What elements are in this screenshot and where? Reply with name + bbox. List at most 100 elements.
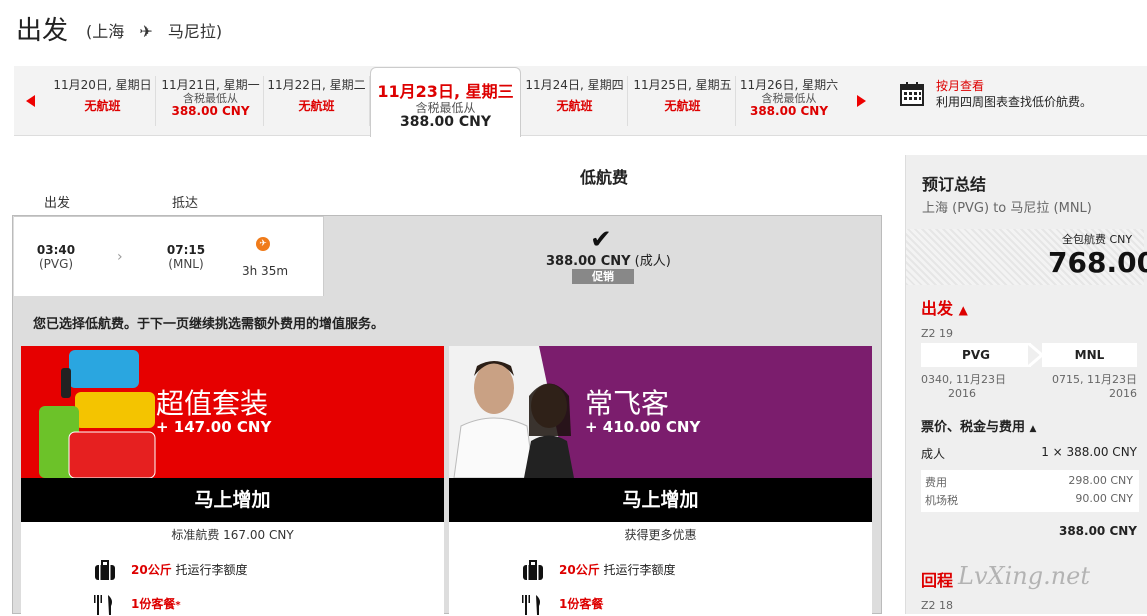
bundle-note: 标准航费 167.00 CNY (171, 528, 294, 542)
bundle-price: + 410.00 CNY (585, 418, 701, 436)
fees-heading: 票价、税金与费用 (921, 420, 1026, 435)
meal-feature: 1份客餐 (559, 595, 603, 612)
outbound-section-toggle[interactable]: 出发 ▲ (921, 295, 968, 319)
date-price: 388.00 CNY (399, 114, 492, 130)
calendar-icon[interactable] (900, 82, 924, 106)
no-flight-label: 无航班 (664, 99, 701, 113)
no-flight-label: 无航班 (298, 99, 335, 113)
arrive-year: 2016 (1109, 387, 1137, 400)
travelers-image (449, 346, 574, 478)
bundle-card-frequent-flyer: 常飞客 + 410.00 CNY 马上增加 获得更多优惠 20公斤 托运行李额度… (449, 346, 872, 615)
total-amount: 768.00 (1048, 246, 1147, 279)
origin-pill: PVG (921, 343, 1031, 367)
arrive-time: 07:15 (166, 243, 206, 257)
baggage-text: 托运行李额度 (603, 563, 676, 577)
fare-passenger-type: (成人) (634, 254, 671, 269)
fee-value: 298.00 CNY (1068, 474, 1133, 487)
baggage-weight: 20公斤 (559, 563, 600, 577)
date-tab-1123-selected[interactable]: 11月23日, 星期三 含税最低从 388.00 CNY (370, 67, 521, 137)
caret-up-icon: ▲ (1029, 424, 1037, 434)
date-tab-1126[interactable]: 11月26日, 星期六 含税最低从 388.00 CNY (736, 76, 842, 126)
date-label: 11月25日, 星期五 (633, 78, 732, 92)
route-destination: 马尼拉) (167, 22, 223, 41)
adult-label: 成人 (921, 447, 946, 461)
no-flight-label: 无航班 (84, 99, 121, 113)
meal-text: 1份客餐 (559, 597, 604, 611)
selected-fare-price[interactable]: 388.00 CNY (成人) (546, 250, 671, 269)
date-tab-1122[interactable]: 11月22日, 星期二 无航班 (264, 76, 370, 126)
add-bundle-button[interactable]: 马上增加 (21, 478, 444, 522)
depart-year: 2016 (948, 387, 976, 400)
depart-time: 03:40 (36, 243, 76, 257)
baggage-icon (95, 560, 115, 580)
return-heading[interactable]: 回程 (921, 567, 953, 591)
destination-pill: MNL (1042, 343, 1137, 367)
flight-duration: 3h 35m (242, 264, 289, 278)
summary-route: 上海 (PVG) to 马尼拉 (MNL) (922, 201, 1092, 216)
meal-feature: 1份客餐* (131, 595, 181, 612)
bundle-hero: 常飞客 + 410.00 CNY (449, 346, 872, 478)
promo-badge: 促销 (572, 269, 634, 284)
bundle-title: 超值套装 (156, 387, 269, 420)
chevron-right-icon: › (117, 249, 123, 265)
route-origin: (上海 (86, 22, 125, 41)
flight-info-icon[interactable]: ✈ (256, 237, 270, 251)
depart-airport: (PVG) (38, 257, 74, 271)
subtotal: 388.00 CNY (1058, 524, 1137, 538)
arrive-airport: (MNL) (168, 257, 204, 271)
meal-footnote-star: * (175, 600, 181, 611)
fare-column-heading: 低航费 (580, 168, 629, 187)
date-price: 388.00 CNY (749, 104, 829, 118)
date-label: 11月23日, 星期三 (377, 82, 514, 101)
baggage-text: 托运行李额度 (175, 563, 248, 577)
luggage-image (39, 350, 156, 478)
baggage-feature: 20公斤 托运行李额度 (131, 561, 248, 578)
bundle-card-value-pack: 超值套装 + 147.00 CNY 马上增加 标准航费 167.00 CNY 2… (21, 346, 444, 615)
caret-up-icon: ▲ (958, 303, 968, 317)
prev-dates-arrow-icon[interactable] (26, 95, 35, 107)
no-flight-label: 无航班 (556, 99, 593, 113)
date-price: 388.00 CNY (171, 104, 250, 118)
outbound-heading: 出发 (921, 299, 954, 318)
bundle-price: + 147.00 CNY (156, 418, 272, 436)
return-flight-number: Z2 18 (921, 599, 954, 612)
selection-message: 您已选择低航费。于下一页继续挑选需额外费用的增值服务。 (33, 317, 385, 332)
summary-title: 预订总结 (922, 175, 987, 194)
arrive-datetime: 0715, 11月23日 (1052, 373, 1137, 386)
fees-section-toggle[interactable]: 票价、税金与费用 ▲ (921, 416, 1036, 435)
bundle-title: 常飞客 (585, 387, 670, 420)
lowest-from-label: 含税最低从 (415, 101, 476, 115)
monthly-view-link[interactable]: 按月查看 (936, 77, 984, 94)
tax-label: 机场税 (925, 494, 958, 507)
date-label: 11月26日, 星期六 (739, 78, 839, 92)
outbound-flight-number: Z2 19 (921, 327, 954, 340)
plane-icon: ✈ (139, 22, 153, 41)
date-tab-1125[interactable]: 11月25日, 星期五 无航班 (630, 76, 736, 126)
baggage-weight: 20公斤 (131, 563, 172, 577)
arrive-column-header: 抵达 (172, 196, 199, 211)
meal-icon (94, 595, 112, 615)
date-label: 11月22日, 星期二 (267, 78, 366, 92)
date-label: 11月21日, 星期一 (161, 78, 260, 92)
baggage-icon (523, 560, 543, 580)
next-dates-arrow-icon[interactable] (857, 95, 866, 107)
fee-label: 费用 (925, 476, 947, 489)
adult-value: 1 × 388.00 CNY (1041, 445, 1137, 459)
date-label: 11月24日, 星期四 (525, 78, 624, 92)
bundle-hero: 超值套装 + 147.00 CNY (21, 346, 444, 478)
date-label: 11月20日, 星期日 (53, 78, 152, 92)
date-tab-1124[interactable]: 11月24日, 星期四 无航班 (522, 76, 628, 126)
add-bundle-button[interactable]: 马上增加 (449, 478, 872, 522)
meal-icon (522, 595, 540, 615)
total-label: 全包航费 CNY (1062, 233, 1133, 246)
monthly-view-desc: 利用四周图表查找低价航费。 (936, 95, 1093, 109)
depart-column-header: 出发 (44, 196, 71, 211)
baggage-feature: 20公斤 托运行李额度 (559, 561, 676, 578)
date-tab-1120[interactable]: 11月20日, 星期日 无航班 (50, 76, 156, 126)
tax-value: 90.00 CNY (1075, 492, 1133, 505)
page-title: 出发 (16, 16, 69, 46)
watermark: LvXing.net (958, 562, 1091, 590)
lowest-from-label: 含税最低从 (183, 92, 238, 105)
date-tab-1121[interactable]: 11月21日, 星期一 含税最低从 388.00 CNY (158, 76, 264, 126)
route-summary: (上海 ✈ 马尼拉) (86, 18, 222, 42)
